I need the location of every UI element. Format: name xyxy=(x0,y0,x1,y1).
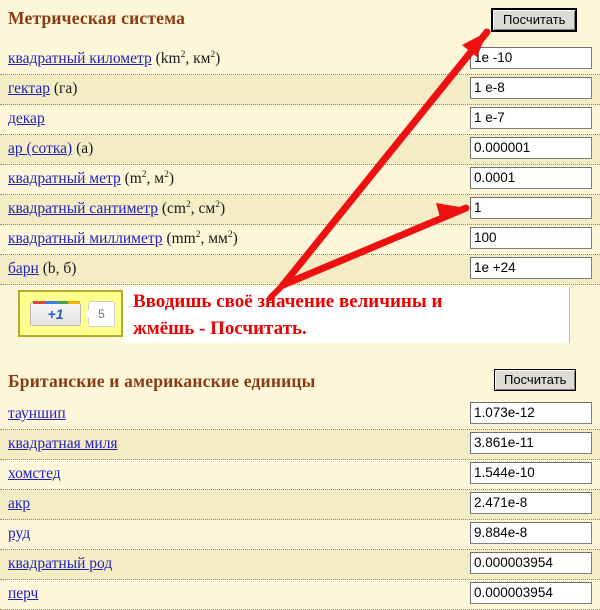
annotation-text: Вводишь своё значение величины и жмёшь -… xyxy=(133,288,553,342)
unit-value-input[interactable]: 0.0001 xyxy=(470,167,592,189)
unit-value-input[interactable]: 1e -10 xyxy=(470,47,592,69)
unit-link[interactable]: квадратный сантиметр xyxy=(8,200,158,217)
table-row: гектар (га) 1 e-8 xyxy=(0,75,600,105)
unit-value-input[interactable]: 1 xyxy=(470,197,592,219)
unit-label: тауншип xyxy=(8,405,66,423)
table-row: квадратная миля 3.861e-11 xyxy=(0,430,600,460)
unit-link[interactable]: руд xyxy=(8,525,30,542)
promo-annotation-strip: +1 5 Вводишь своё значение величины и жм… xyxy=(0,285,600,347)
unit-label: перч xyxy=(8,585,38,603)
table-row: квадратный сантиметр (cm2, см2) 1 xyxy=(0,195,600,225)
unit-link[interactable]: ар (сотка) xyxy=(8,140,72,157)
unit-abbreviation: (а) xyxy=(72,140,94,157)
unit-link[interactable]: квадратный километр xyxy=(8,50,152,67)
unit-value-input[interactable]: 100 xyxy=(470,227,592,249)
unit-value-input[interactable]: 2.471e-8 xyxy=(470,492,592,514)
unit-value-input[interactable]: 1 e-8 xyxy=(470,77,592,99)
unit-link[interactable]: квадратный миллиметр xyxy=(8,230,163,247)
annotation-line-1: Вводишь своё значение величины и xyxy=(133,291,443,312)
unit-value-input[interactable]: 1.544e-10 xyxy=(470,462,592,484)
table-row: тауншип 1.073e-12 xyxy=(0,400,600,430)
unit-label: хомстед xyxy=(8,465,61,483)
unit-label: ар (сотка) (а) xyxy=(8,140,93,158)
table-row: квадратный род 0.000003954 xyxy=(0,550,600,580)
table-row: руд 9.884e-8 xyxy=(0,520,600,550)
unit-abbreviation: (cm2, см2) xyxy=(158,199,226,217)
unit-link[interactable]: гектар xyxy=(8,80,50,97)
table-row: хомстед 1.544e-10 xyxy=(0,460,600,490)
unit-abbreviation: (km2, км2) xyxy=(151,49,221,67)
unit-label: акр xyxy=(8,495,30,513)
unit-abbreviation: (m2, м2) xyxy=(120,169,175,187)
unit-link[interactable]: квадратная миля xyxy=(8,435,118,452)
unit-abbreviation: (га) xyxy=(49,80,78,97)
unit-label: руд xyxy=(8,525,30,543)
unit-value-input[interactable]: 1 e-7 xyxy=(470,107,592,129)
google-colors-icon xyxy=(33,301,80,304)
plus-one-label: +1 xyxy=(47,306,64,322)
unit-value-input[interactable]: 0.000001 xyxy=(470,137,592,159)
table-row: акр 2.471e-8 xyxy=(0,490,600,520)
unit-link[interactable]: барн xyxy=(8,260,39,277)
unit-label: декар xyxy=(8,110,45,128)
unit-link[interactable]: тауншип xyxy=(8,405,66,422)
unit-value-input[interactable]: 3.861e-11 xyxy=(470,432,592,454)
table-row: декар 1 e-7 xyxy=(0,105,600,135)
page-title-imperial: Британские и американские единицы xyxy=(8,371,316,391)
plus-one-count-bubble[interactable]: 5 xyxy=(84,301,115,327)
calculate-button-metric[interactable]: Посчитать xyxy=(491,8,578,32)
annotation-line-2: жмёшь - Посчитать. xyxy=(133,318,307,339)
table-row: квадратный метр (m2, м2) 0.0001 xyxy=(0,165,600,195)
unit-link[interactable]: перч xyxy=(8,585,38,602)
unit-value-input[interactable]: 0.000003954 xyxy=(470,552,592,574)
unit-link[interactable]: декар xyxy=(8,110,45,127)
unit-value-input[interactable]: 1e +24 xyxy=(470,257,592,279)
unit-converter-page: Метрическая система Посчитать квадратный… xyxy=(0,0,600,610)
unit-label: квадратный миллиметр (mm2, мм2) xyxy=(8,230,238,248)
table-row: барн (b, б) 1e +24 xyxy=(0,255,600,285)
table-row: квадратный миллиметр (mm2, мм2) 100 xyxy=(0,225,600,255)
unit-value-input[interactable]: 0.000003954 xyxy=(470,582,592,604)
page-title-metric: Метрическая система xyxy=(8,8,186,28)
google-plus-one-widget[interactable]: +1 5 xyxy=(18,290,123,337)
unit-link[interactable]: хомстед xyxy=(8,465,61,482)
unit-abbreviation: (mm2, мм2) xyxy=(162,229,238,247)
unit-label: квадратный метр (m2, м2) xyxy=(8,170,174,188)
unit-link[interactable]: акр xyxy=(8,495,30,512)
unit-link[interactable]: квадратный род xyxy=(8,555,112,572)
table-row: ар (сотка) (а) 0.000001 xyxy=(0,135,600,165)
unit-link[interactable]: квадратный метр xyxy=(8,170,121,187)
calculate-button-imperial[interactable]: Посчитать xyxy=(494,369,577,391)
annotation-panel: Вводишь своё значение величины и жмёшь -… xyxy=(123,287,570,343)
unit-label: квадратная миля xyxy=(8,435,118,453)
unit-value-input[interactable]: 9.884e-8 xyxy=(470,522,592,544)
plus-one-button[interactable]: +1 xyxy=(30,301,81,326)
unit-label: квадратный род xyxy=(8,555,112,573)
unit-label: квадратный сантиметр (cm2, см2) xyxy=(8,200,225,218)
unit-value-input[interactable]: 1.073e-12 xyxy=(470,402,592,424)
unit-label: квадратный километр (km2, км2) xyxy=(8,50,220,68)
unit-label: гектар (га) xyxy=(8,80,77,98)
unit-label: барн (b, б) xyxy=(8,260,76,278)
table-row: квадратный километр (km2, км2) 1e -10 xyxy=(0,45,600,75)
unit-abbreviation: (b, б) xyxy=(38,260,77,277)
table-row: перч 0.000003954 xyxy=(0,580,600,610)
